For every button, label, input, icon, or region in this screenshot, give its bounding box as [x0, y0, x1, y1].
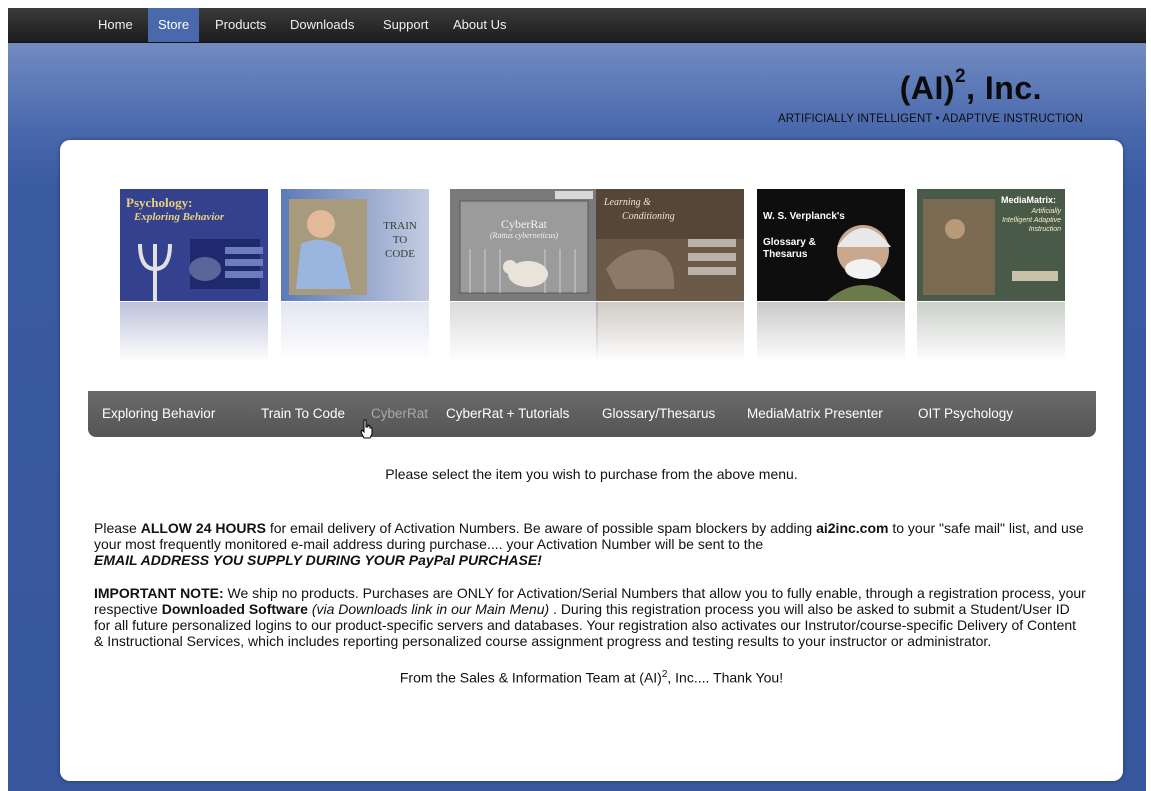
brand-name-tail: , Inc.: [966, 70, 1042, 106]
cover-cyberrat[interactable]: CyberRat (Rattus cyberneticus): [450, 189, 598, 301]
cover-title: MediaMatrix:: [1001, 195, 1057, 205]
cover-title: TRAIN: [383, 220, 417, 232]
cover-glossary-thesarus[interactable]: W. S. Verplanck's Glossary & Thesarus: [757, 189, 905, 301]
cover-reflection: [917, 302, 1065, 362]
brand-name-main: (AI): [899, 70, 956, 106]
cover-reflection: [281, 302, 429, 362]
menu-glossary-thesarus[interactable]: Glossary/Thesarus: [602, 391, 715, 437]
menu-train-to-code[interactable]: Train To Code: [261, 391, 345, 437]
cover-reflection: [120, 302, 268, 362]
menu-exploring-behavior[interactable]: Exploring Behavior: [102, 391, 215, 437]
store-panel: Psychology: Exploring Behavior TRAIN TO …: [60, 140, 1123, 781]
cover-subtitle: Conditioning: [622, 211, 675, 222]
menu-mediamatrix-presenter[interactable]: MediaMatrix Presenter: [747, 391, 883, 437]
product-menu-bar: Exploring Behavior Train To Code CyberRa…: [88, 391, 1096, 437]
thanks-line: From the Sales & Information Team at (AI…: [94, 667, 1089, 686]
menu-cyberrat-tutorials[interactable]: CyberRat + Tutorials: [446, 391, 569, 437]
delivery-notice: Please ALLOW 24 HOURS for email delivery…: [94, 520, 1089, 568]
delivery-text-mid: for email delivery of Activation Numbers…: [265, 520, 817, 536]
cover-reflection: [757, 302, 905, 362]
nav-home[interactable]: Home: [98, 8, 133, 42]
page-frame: Home Store Products Downloads Support Ab…: [8, 8, 1146, 791]
cover-reflection: [596, 302, 744, 362]
nav-products[interactable]: Products: [215, 8, 266, 42]
cover-title-block: Glossary & Thesarus: [763, 237, 816, 261]
cover-extra: Thesarus: [763, 249, 808, 260]
cover-subtitle: TO: [392, 234, 408, 246]
delivery-domain: ai2inc.com: [816, 520, 889, 536]
cover-title: Learning &: [604, 197, 651, 208]
cover-mediamatrix[interactable]: MediaMatrix: Artificially Intelligent Ad…: [917, 189, 1065, 301]
delivery-text-pre: Please: [94, 520, 141, 536]
top-navigation: Home Store Products Downloads Support Ab…: [8, 8, 1146, 43]
cover-art: [450, 189, 598, 301]
nav-downloads[interactable]: Downloads: [290, 8, 354, 42]
product-cover-carousel: Psychology: Exploring Behavior TRAIN TO …: [60, 140, 1123, 390]
company-logo-title: (AI)2, Inc.: [899, 66, 1042, 107]
note-italic: (via Downloads link in our Main Menu): [307, 601, 550, 617]
nav-store[interactable]: Store: [148, 8, 200, 42]
store-content: Please select the item you wish to purch…: [94, 466, 1089, 686]
brand-name-sup: 2: [955, 66, 967, 87]
cover-title: CyberRat: [501, 217, 547, 231]
nav-support[interactable]: Support: [383, 8, 429, 42]
important-note: IMPORTANT NOTE: We ship no products. Pur…: [94, 585, 1089, 649]
cover-subtitle: (Rattus cyberneticus): [489, 231, 559, 240]
cover-title: W. S. Verplanck's: [763, 211, 845, 222]
thanks-post: , Inc.... Thank You!: [667, 669, 784, 686]
cover-train-to-code[interactable]: TRAIN TO CODE: [281, 189, 429, 301]
cover-art: [917, 189, 1065, 301]
cover-extra: CODE: [385, 248, 415, 260]
select-prompt: Please select the item you wish to purch…: [385, 466, 798, 482]
note-heading: IMPORTANT NOTE:: [94, 585, 224, 601]
cover-title-block: TRAIN TO CODE: [380, 219, 420, 261]
cover-subtitle: Exploring Behavior: [134, 211, 225, 223]
cover-reflection: [450, 302, 598, 362]
menu-cyberrat[interactable]: CyberRat: [371, 391, 428, 437]
cover-title: Psychology:: [126, 195, 193, 210]
delivery-hours: ALLOW 24 HOURS: [140, 520, 266, 536]
nav-about-us[interactable]: About Us: [453, 8, 506, 42]
delivery-email-warning: EMAIL ADDRESS YOU SUPPLY DURING YOUR Pay…: [94, 552, 542, 568]
cover-subtitle: Glossary &: [763, 237, 816, 248]
thanks-pre: From the Sales & Information Team at (AI…: [399, 669, 662, 686]
menu-oit-psychology[interactable]: OIT Psychology: [918, 391, 1013, 437]
company-tagline: ARTIFICIALLY INTELLIGENT • ADAPTIVE INST…: [777, 113, 1083, 125]
note-software: Downloaded Software: [161, 601, 308, 617]
cover-exploring-behavior[interactable]: Psychology: Exploring Behavior: [120, 189, 268, 301]
cover-learning-conditioning[interactable]: Learning & Conditioning: [596, 189, 744, 301]
hand-cursor-icon: [360, 419, 373, 439]
cover-subtitle: Artificially Intelligent Adaptive Instru…: [1002, 208, 1061, 233]
